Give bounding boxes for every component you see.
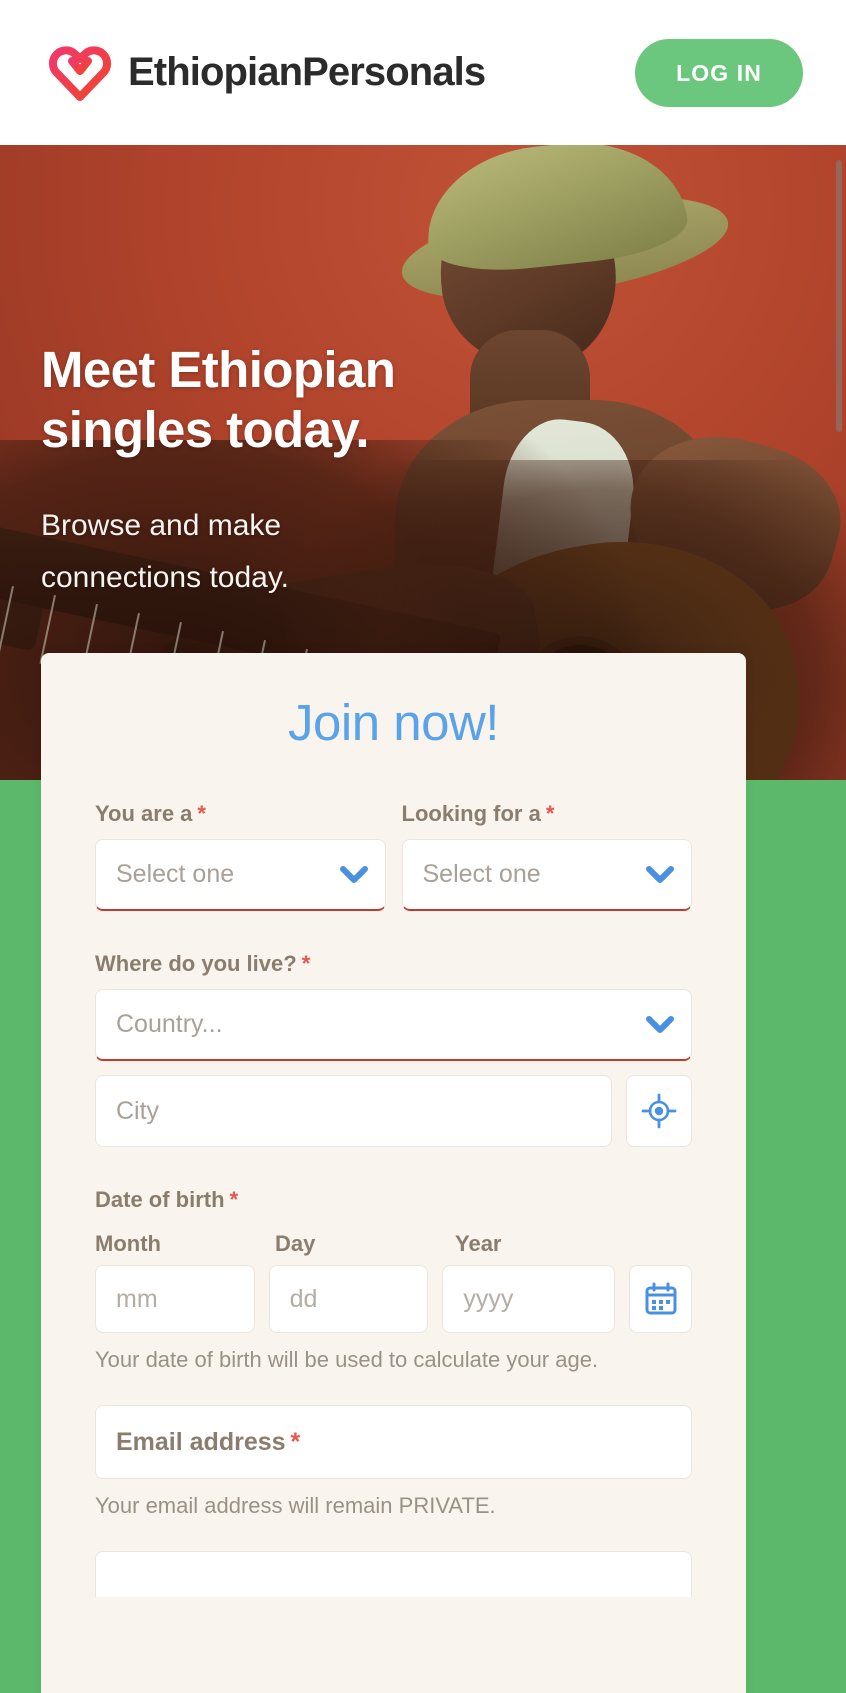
gender-preference-row: You are a * Select one Looking for a * Sel…	[95, 801, 692, 911]
dob-year-header: Year	[455, 1231, 502, 1256]
email-group: Email address * Your email address will r…	[95, 1405, 692, 1521]
dob-month-header: Month	[95, 1231, 161, 1256]
geolocate-button[interactable]	[626, 1075, 692, 1147]
dob-label-text: Date of birth	[95, 1187, 225, 1212]
country-value: Country...	[116, 1010, 223, 1038]
looking-for-a-label-text: Looking for a	[401, 801, 541, 826]
calendar-icon	[645, 1282, 677, 1315]
country-select[interactable]: Country...	[95, 989, 692, 1061]
required-asterisk: *	[290, 1427, 301, 1456]
brand-logo[interactable]: EthiopianPersonals	[48, 45, 486, 101]
hero-subtitle-line-2: connections today.	[41, 561, 289, 594]
required-asterisk: *	[301, 951, 311, 976]
dob-month-value: mm	[116, 1284, 158, 1313]
looking-for-a-group: Looking for a * Select one	[401, 801, 693, 911]
brand-name: EthiopianPersonals	[128, 50, 486, 94]
dob-hint: Your date of birth will be used to calcu…	[95, 1347, 599, 1372]
chevron-down-icon[interactable]	[339, 866, 368, 884]
dob-month-input[interactable]: mm	[95, 1265, 255, 1333]
where-live-label-text: Where do you live?	[95, 951, 297, 976]
you-are-a-label-text: You are a	[95, 801, 193, 826]
city-input[interactable]: City	[95, 1075, 612, 1147]
site-header: EthiopianPersonals LOG IN	[0, 0, 846, 145]
login-button[interactable]: LOG IN	[635, 39, 803, 107]
city-value: City	[116, 1096, 160, 1125]
hero-text-block: Meet Ethiopian singles today. Browse and…	[41, 340, 681, 604]
required-asterisk: *	[545, 801, 555, 826]
required-asterisk: *	[229, 1187, 239, 1212]
required-asterisk: *	[197, 801, 206, 826]
join-now-title: Join now!	[288, 694, 499, 751]
dob-label: Date of birth *	[95, 1187, 692, 1213]
dob-year-value: yyyy	[463, 1284, 514, 1313]
email-hint: Your email address will remain PRIVATE.	[95, 1493, 496, 1518]
heart-outline-icon	[48, 45, 112, 101]
email-label-text: Email address	[116, 1427, 286, 1456]
where-live-label: Where do you live? *	[95, 951, 692, 977]
page-scrollbar-thumb[interactable]	[836, 160, 842, 432]
hero-title-line-2: singles today.	[41, 401, 370, 458]
crosshair-location-icon	[641, 1093, 677, 1129]
chevron-down-icon[interactable]	[646, 866, 674, 884]
calendar-picker-button[interactable]	[629, 1265, 692, 1333]
you-are-a-value: Select one	[116, 860, 235, 888]
dob-day-header: Day	[275, 1231, 316, 1256]
you-are-a-group: You are a * Select one	[95, 801, 386, 911]
chevron-down-icon[interactable]	[646, 1016, 674, 1034]
hero-title-line-1: Meet Ethiopian	[41, 341, 396, 398]
dob-year-input[interactable]: yyyy	[442, 1265, 616, 1333]
password-input-partial[interactable]	[95, 1551, 692, 1597]
looking-for-a-label: Looking for a *	[402, 801, 693, 827]
dob-day-value: dd	[289, 1284, 318, 1313]
location-group: Where do you live? * Country... City	[95, 951, 692, 1147]
email-input[interactable]: Email address *	[95, 1405, 692, 1479]
dob-day-input[interactable]: dd	[268, 1265, 429, 1333]
looking-for-a-value: Select one	[422, 860, 541, 888]
date-of-birth-group: Date of birth * Month Day Year mm dd yyyy	[95, 1187, 692, 1375]
hero-subtitle-line-1: Browse and make	[41, 509, 282, 542]
you-are-a-label: You are a *	[95, 801, 386, 827]
signup-form-card: Join now! You are a * Select one Looking …	[41, 653, 746, 1693]
